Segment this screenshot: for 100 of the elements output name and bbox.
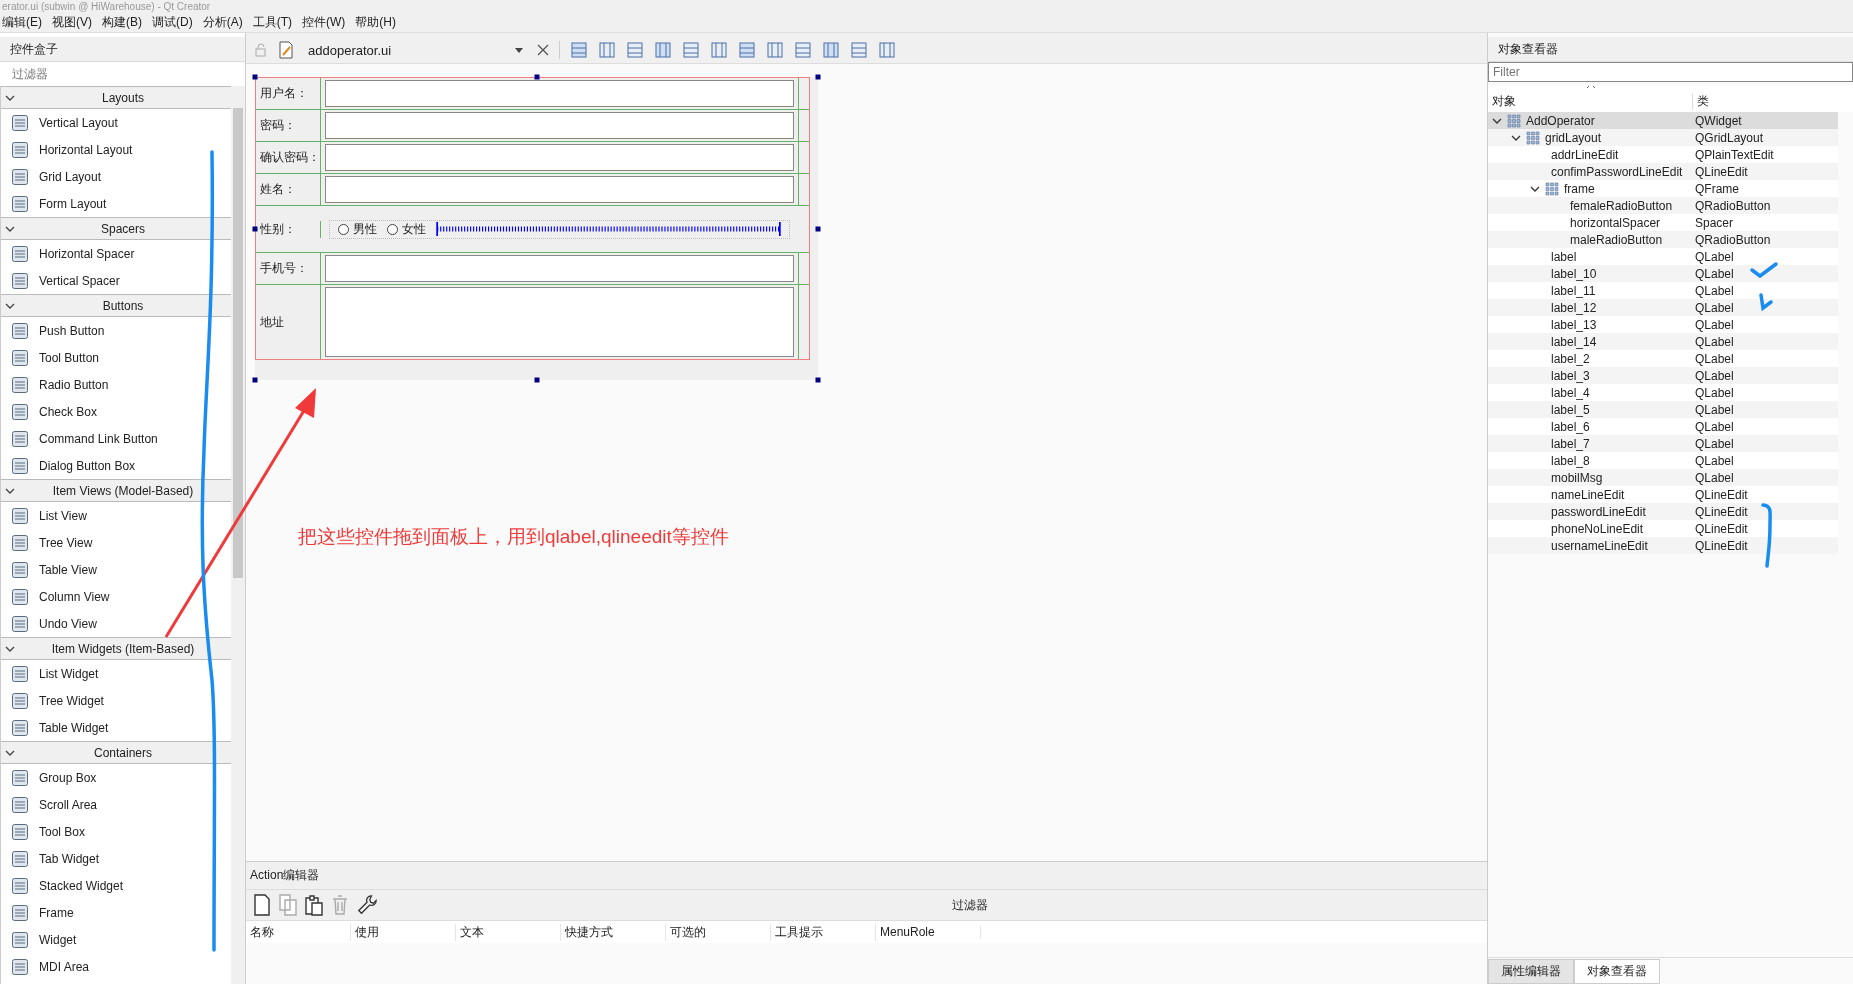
category-header[interactable]: Item Widgets (Item-Based) xyxy=(1,637,231,660)
menu-item[interactable]: 工具(T) xyxy=(252,12,300,32)
layout-tool-icon[interactable] xyxy=(822,41,840,59)
widget-item[interactable]: Form Layout xyxy=(1,190,231,217)
text-field[interactable] xyxy=(325,255,794,282)
column-header[interactable]: 快捷方式 xyxy=(561,923,666,941)
widget-item[interactable]: Grid Layout xyxy=(1,163,231,190)
tree-row[interactable]: label_3 QLabel xyxy=(1488,367,1838,384)
layout-tool-icon[interactable] xyxy=(710,41,728,59)
resize-handle[interactable] xyxy=(252,377,258,383)
tree-row[interactable]: passwordLineEdit QLineEdit xyxy=(1488,503,1838,520)
copy-icon[interactable] xyxy=(278,894,298,916)
widget-item[interactable]: Horizontal Layout xyxy=(1,136,231,163)
tree-row[interactable]: AddOperator QWidget xyxy=(1488,112,1838,129)
tree-row[interactable]: label_8 QLabel xyxy=(1488,452,1838,469)
tree-row[interactable]: label_6 QLabel xyxy=(1488,418,1838,435)
menu-item[interactable]: 构建(B) xyxy=(102,12,150,32)
widget-item[interactable]: Check Box xyxy=(1,398,231,425)
resize-handle[interactable] xyxy=(815,74,821,80)
tree-row[interactable]: label_5 QLabel xyxy=(1488,401,1838,418)
widget-item[interactable]: Table View xyxy=(1,556,231,583)
tree-row[interactable]: phoneNoLineEdit QLineEdit xyxy=(1488,520,1838,537)
document-icon[interactable] xyxy=(278,41,294,59)
tree-row[interactable]: nameLineEdit QLineEdit xyxy=(1488,486,1838,503)
resize-handle[interactable] xyxy=(252,226,258,231)
widget-item[interactable]: Frame xyxy=(1,899,231,926)
radio-button[interactable]: 女性 xyxy=(387,220,426,238)
resize-handle[interactable] xyxy=(534,74,539,80)
radio-button[interactable]: 男性 xyxy=(338,220,377,238)
tree-row[interactable]: label_10 QLabel xyxy=(1488,265,1838,282)
widget-item[interactable]: Horizontal Spacer xyxy=(1,240,231,267)
widget-item[interactable]: Group Box xyxy=(1,764,231,791)
panel-tab[interactable]: 属性编辑器 xyxy=(1488,959,1574,984)
menu-item[interactable]: 调试(D) xyxy=(152,12,201,32)
column-header[interactable]: 使用 xyxy=(351,923,456,941)
scrollbar[interactable] xyxy=(231,86,245,984)
widget-item[interactable]: Radio Button xyxy=(1,371,231,398)
new-icon[interactable] xyxy=(252,894,272,916)
resize-handle[interactable] xyxy=(815,226,821,231)
layout-tool-icon[interactable] xyxy=(682,41,700,59)
tree-row[interactable]: label QLabel xyxy=(1488,248,1838,265)
widget-item[interactable]: Tool Box xyxy=(1,818,231,845)
column-header[interactable]: 类 xyxy=(1693,93,1709,110)
widget-item[interactable]: Widget xyxy=(1,926,231,953)
category-header[interactable]: Layouts xyxy=(1,86,231,109)
widget-item[interactable]: Scroll Area xyxy=(1,791,231,818)
tree-row[interactable]: maleRadioButton QRadioButton xyxy=(1488,231,1838,248)
resize-handle[interactable] xyxy=(252,74,258,80)
panel-tab[interactable]: 对象查看器 xyxy=(1574,959,1660,984)
widget-item[interactable]: Tool Button xyxy=(1,344,231,371)
tree-row[interactable]: confimPasswordLineEdit QLineEdit xyxy=(1488,163,1838,180)
tree-row[interactable]: label_4 QLabel xyxy=(1488,384,1838,401)
layout-tool-icon[interactable] xyxy=(850,41,868,59)
resize-handle[interactable] xyxy=(534,377,539,383)
layout-tool-icon[interactable] xyxy=(794,41,812,59)
widget-item[interactable]: Column View xyxy=(1,583,231,610)
column-header[interactable]: 文本 xyxy=(456,923,561,941)
delete-icon[interactable] xyxy=(330,894,350,916)
category-header[interactable]: Item Views (Model-Based) xyxy=(1,479,231,502)
menu-item[interactable]: 编辑(E) xyxy=(2,12,50,32)
widget-item[interactable]: Dialog Button Box xyxy=(1,452,231,479)
menu-item[interactable]: 帮助(H) xyxy=(355,12,404,32)
layout-tool-icon[interactable] xyxy=(738,41,756,59)
widget-item[interactable]: Vertical Layout xyxy=(1,109,231,136)
wrench-icon[interactable] xyxy=(356,894,378,916)
widget-item[interactable]: Stacked Widget xyxy=(1,872,231,899)
widget-item[interactable]: Vertical Spacer xyxy=(1,267,231,294)
widget-item[interactable]: Undo View xyxy=(1,610,231,637)
filter-field[interactable]: 过滤器 xyxy=(10,66,214,82)
tree-row[interactable]: label_12 QLabel xyxy=(1488,299,1838,316)
column-header[interactable]: 可选的 xyxy=(666,923,771,941)
resize-handle[interactable] xyxy=(815,377,821,383)
layout-tool-icon[interactable] xyxy=(570,41,588,59)
paste-icon[interactable] xyxy=(304,894,324,916)
widget-item[interactable]: Command Link Button xyxy=(1,425,231,452)
text-field[interactable] xyxy=(325,80,794,107)
layout-tool-icon[interactable] xyxy=(626,41,644,59)
layout-tool-icon[interactable] xyxy=(878,41,896,59)
tree-row[interactable]: label_13 QLabel xyxy=(1488,316,1838,333)
close-icon[interactable] xyxy=(537,44,549,56)
tree-row[interactable]: usernameLineEdit QLineEdit xyxy=(1488,537,1838,554)
filter-field[interactable]: Filter xyxy=(1488,62,1853,82)
tree-row[interactable]: label_14 QLabel xyxy=(1488,333,1838,350)
column-header[interactable]: 名称 xyxy=(246,923,351,941)
layout-tool-icon[interactable] xyxy=(766,41,784,59)
column-header[interactable]: MenuRole xyxy=(876,925,981,939)
widget-item[interactable]: MDI Area xyxy=(1,953,231,980)
menu-item[interactable]: 视图(V) xyxy=(52,12,100,32)
widget-item[interactable]: Tree Widget xyxy=(1,687,231,714)
widget-item[interactable]: List View xyxy=(1,502,231,529)
widget-item[interactable]: List Widget xyxy=(1,660,231,687)
widget-item[interactable]: Tab Widget xyxy=(1,845,231,872)
tree-row[interactable]: horizontalSpacer Spacer xyxy=(1488,214,1838,231)
tree-row[interactable]: mobilMsg QLabel xyxy=(1488,469,1838,486)
layout-tool-icon[interactable] xyxy=(654,41,672,59)
column-header[interactable]: 对象 xyxy=(1488,93,1693,110)
text-field[interactable] xyxy=(325,176,794,203)
tree-row[interactable]: label_7 QLabel xyxy=(1488,435,1838,452)
tree-row[interactable]: label_11 QLabel xyxy=(1488,282,1838,299)
menu-item[interactable]: 分析(A) xyxy=(202,12,251,32)
